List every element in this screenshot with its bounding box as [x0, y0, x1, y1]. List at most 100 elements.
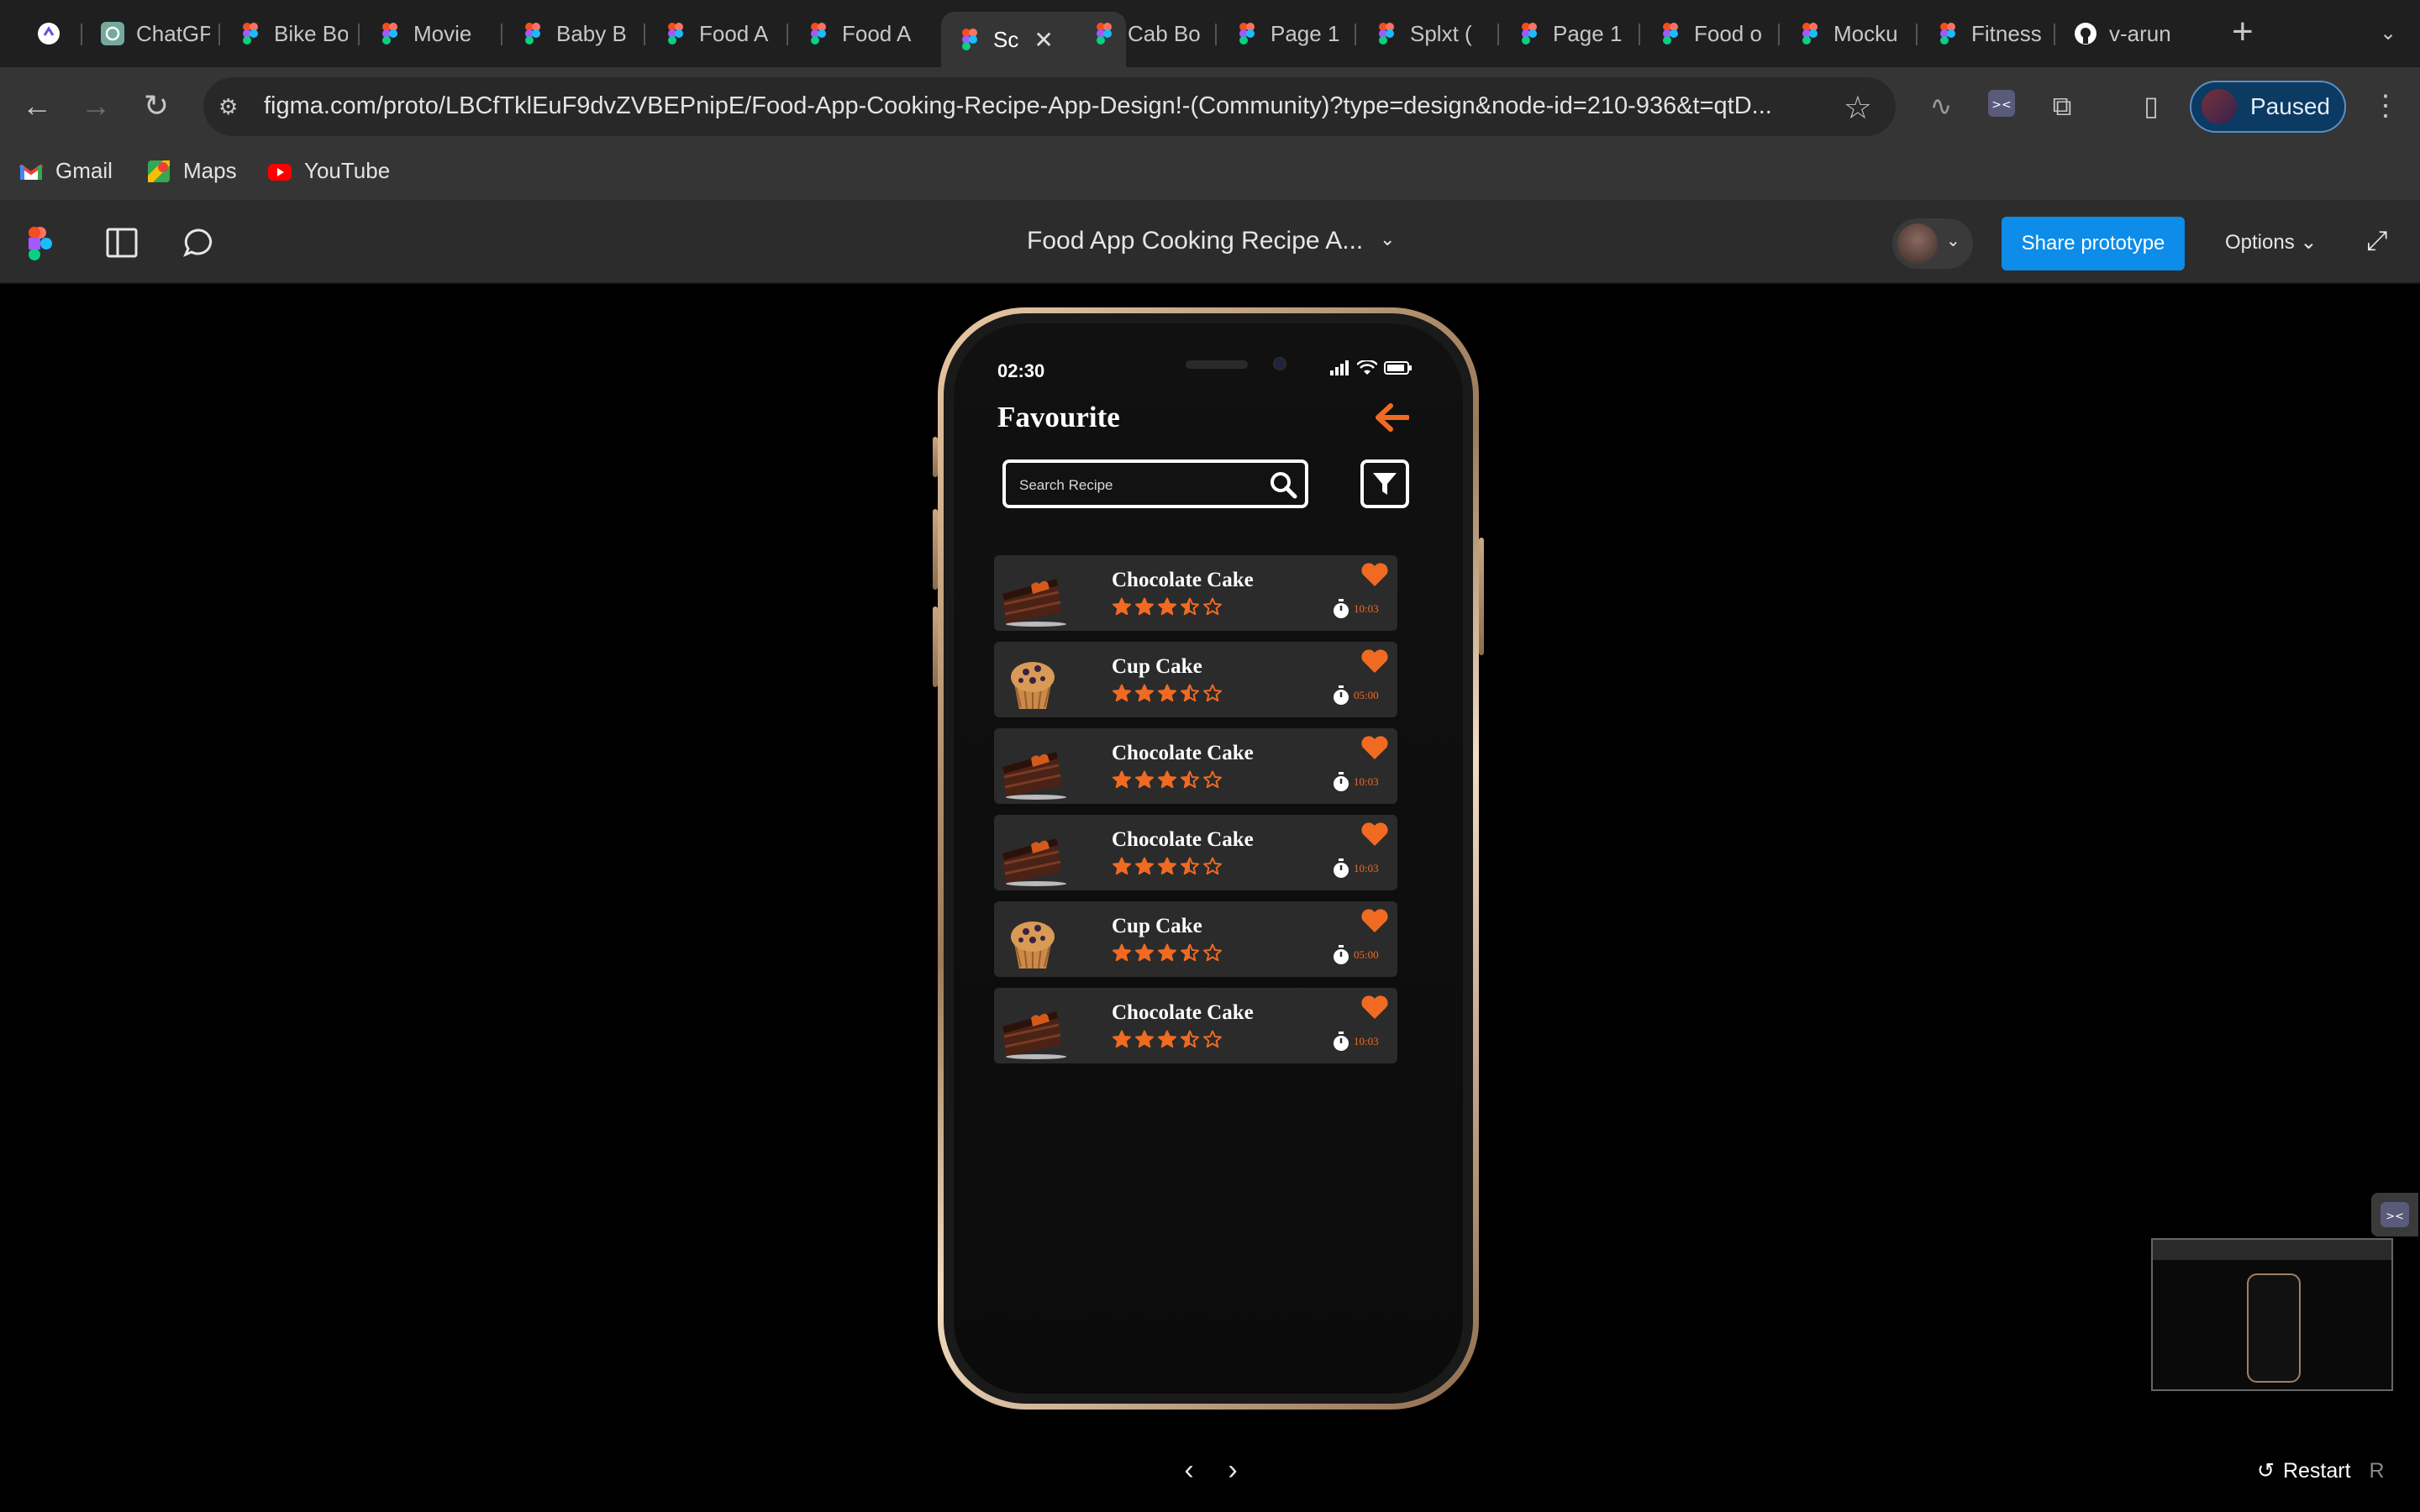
- tab-4[interactable]: Baby B: [521, 12, 630, 55]
- forward-button[interactable]: →: [76, 86, 116, 126]
- figma-logo-icon[interactable]: [29, 227, 52, 260]
- recipe-card[interactable]: Chocolate Cake 10:03: [994, 815, 1397, 890]
- chevron-down-icon: ⌄: [1946, 232, 1960, 250]
- heart-icon[interactable]: [1360, 822, 1389, 847]
- cup-cake-image: [1011, 921, 1055, 969]
- rating-stars: [1112, 597, 1223, 620]
- tab-6[interactable]: Food A: [807, 12, 916, 55]
- site-info-icon[interactable]: ⚙: [218, 94, 244, 119]
- figma-icon: [1663, 23, 1678, 45]
- tab-12[interactable]: Food o: [1659, 12, 1768, 55]
- recipe-card[interactable]: Cup Cake 05:00: [994, 901, 1397, 977]
- chocolate-cake-image: [1002, 838, 1066, 886]
- profile-button[interactable]: Paused: [2190, 81, 2346, 133]
- search-input[interactable]: Search Recipe: [1002, 459, 1308, 508]
- star-icon: [1157, 770, 1177, 793]
- star-icon: [1180, 597, 1200, 620]
- figma-icon: [1239, 23, 1255, 45]
- timer-icon: [1334, 772, 1349, 791]
- recipe-card[interactable]: Chocolate Cake 10:03: [994, 728, 1397, 804]
- file-title[interactable]: Food App Cooking Recipe A...: [1027, 227, 1363, 255]
- filter-icon: [1373, 473, 1397, 495]
- recipe-name: Chocolate Cake: [1112, 569, 1254, 591]
- tab-13[interactable]: Mocku: [1798, 12, 1907, 55]
- recipe-card[interactable]: Cup Cake 05:00: [994, 642, 1397, 717]
- bookmark-youtube[interactable]: YouTube: [267, 158, 390, 184]
- bookmark-gmail[interactable]: Gmail: [18, 158, 113, 184]
- tab-separator: [786, 24, 788, 45]
- tab-search-button[interactable]: ⌄: [2371, 17, 2405, 50]
- extensions-puzzle-icon[interactable]: ⧉: [2045, 89, 2079, 123]
- heart-icon[interactable]: [1360, 995, 1389, 1020]
- new-tab-button[interactable]: +: [2232, 13, 2254, 50]
- tab-separator: [2054, 24, 2055, 45]
- search-icon[interactable]: [1268, 470, 1298, 500]
- figma-icon: [811, 23, 826, 45]
- url-text[interactable]: figma.com/proto/LBCfTklEuF9dvZVBEPnipE/F…: [264, 92, 1860, 120]
- star-icon: [1134, 857, 1155, 879]
- side-panel-icon[interactable]: ▯: [2134, 89, 2168, 123]
- tab-5[interactable]: Food A: [664, 12, 773, 55]
- bookmark-maps[interactable]: Maps: [146, 158, 237, 184]
- recipe-card[interactable]: Chocolate Cake 10:03: [994, 555, 1397, 631]
- back-button[interactable]: ←: [17, 86, 57, 126]
- sidebar-toggle-icon[interactable]: [104, 225, 139, 260]
- tab-10[interactable]: Splxt (: [1375, 12, 1484, 55]
- github-icon: [2075, 23, 2096, 45]
- heart-icon[interactable]: [1360, 735, 1389, 760]
- performance-icon[interactable]: ∿: [1924, 89, 1958, 123]
- options-menu[interactable]: Options ⌄: [2225, 230, 2317, 255]
- tab-label: Splxt (: [1410, 20, 1472, 46]
- chevron-down-icon[interactable]: ⌄: [1380, 228, 1395, 250]
- star-icon: [1180, 857, 1200, 879]
- heart-icon[interactable]: [1360, 648, 1389, 674]
- recipe-card[interactable]: Chocolate Cake 10:03: [994, 988, 1397, 1063]
- tab-separator: [644, 24, 645, 45]
- fullscreen-icon[interactable]: ⤢: [2366, 225, 2388, 257]
- share-prototype-button[interactable]: Share prototype: [2002, 217, 2185, 270]
- comment-icon[interactable]: [182, 225, 217, 260]
- cup-cake-image: [1011, 662, 1055, 710]
- recipe-name: Chocolate Cake: [1112, 1001, 1254, 1024]
- restart-button[interactable]: ↺ Restart R: [2257, 1458, 2385, 1483]
- tab-11[interactable]: Page 1: [1518, 12, 1627, 55]
- user-menu[interactable]: ⌄: [1892, 218, 1973, 269]
- heart-icon[interactable]: [1360, 562, 1389, 587]
- timer-icon: [1334, 1032, 1349, 1051]
- heart-icon[interactable]: [1360, 908, 1389, 933]
- tab-14[interactable]: Fitness: [1936, 12, 2045, 55]
- timer-icon: [1334, 945, 1349, 964]
- tab-9[interactable]: Page 1: [1235, 12, 1344, 55]
- back-arrow-icon[interactable]: [1374, 402, 1409, 433]
- tab-3[interactable]: Movie: [378, 12, 487, 55]
- reload-button[interactable]: ↻: [136, 86, 176, 126]
- battery-icon: [1384, 361, 1412, 375]
- bookmark-star-icon[interactable]: ☆: [1844, 89, 1872, 127]
- next-frame-button[interactable]: ›: [1220, 1453, 1245, 1487]
- figma-icon: [1940, 23, 1955, 45]
- filter-button[interactable]: [1360, 459, 1409, 508]
- star-icon: [1134, 770, 1155, 793]
- rating-stars: [1112, 684, 1223, 706]
- profile-status: Paused: [2250, 93, 2330, 119]
- tab-separator: [1355, 24, 1356, 45]
- cook-time: 10:03: [1354, 602, 1379, 615]
- figma-icon: [243, 23, 258, 45]
- tab-15[interactable]: v-arun: [2074, 12, 2200, 55]
- extension-icon[interactable]: ><: [1985, 89, 2018, 123]
- tab-0[interactable]: [37, 12, 71, 55]
- floating-extension-button[interactable]: ><: [2371, 1193, 2418, 1236]
- address-bar[interactable]: ⚙ figma.com/proto/LBCfTklEuF9dvZVBEPnipE…: [203, 77, 1896, 136]
- app-screen: 02:30 Favourite Search Recipe Chocolate …: [954, 323, 1463, 1394]
- chrome-menu-icon[interactable]: ⋮: [2371, 89, 2400, 123]
- previous-frame-button[interactable]: ‹: [1176, 1453, 1202, 1487]
- tab-1[interactable]: ChatGPT: [101, 12, 210, 55]
- tab-8[interactable]: Cab Bo: [1092, 12, 1202, 55]
- close-icon[interactable]: ✕: [1034, 26, 1053, 54]
- tab-separator: [81, 24, 82, 45]
- tab-separator: [501, 24, 502, 45]
- screen-share-preview[interactable]: [2151, 1238, 2393, 1391]
- star-icon: [1202, 1030, 1223, 1053]
- tab-2[interactable]: Bike Bo: [239, 12, 348, 55]
- recipe-list: Chocolate Cake 10:03 Cup Cake 05:00 Chocolat…: [994, 555, 1397, 1074]
